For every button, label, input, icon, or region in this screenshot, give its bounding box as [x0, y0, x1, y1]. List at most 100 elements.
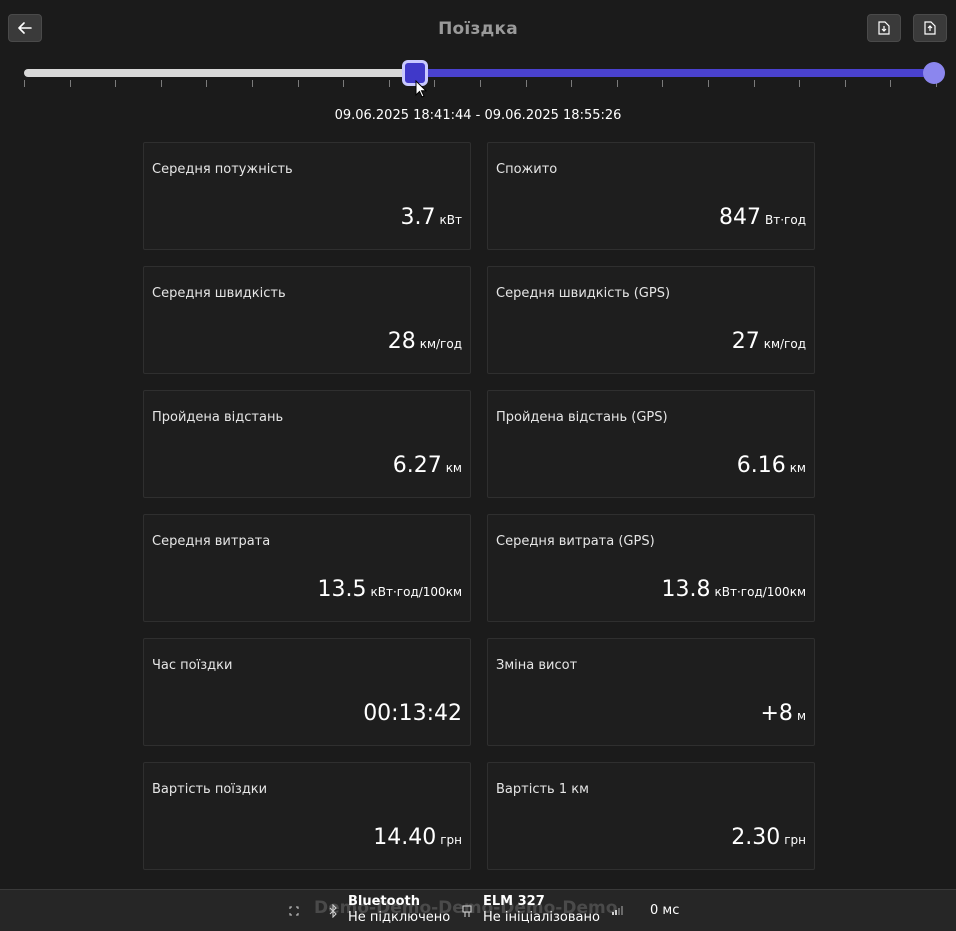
slider-tick: [799, 80, 801, 87]
slider-tick: [708, 80, 709, 87]
slider-tick: [525, 80, 527, 87]
stat-value-group: 6.27 км: [393, 453, 462, 478]
stat-value-group: 847 Вт·год: [719, 205, 806, 230]
stat-value-group: 28 км/год: [388, 329, 462, 354]
slider-tick: [844, 80, 846, 87]
stat-label: Вартість поїздки: [152, 782, 268, 797]
stat-unit: грн: [440, 833, 462, 847]
export-button[interactable]: [867, 14, 901, 42]
slider-tick: [69, 80, 71, 87]
slider-tick: [571, 80, 573, 87]
stat-value: 28: [387, 329, 416, 354]
slider-tick: [890, 80, 892, 87]
file-download-icon: [878, 21, 890, 35]
stat-label: Вартість 1 км: [496, 782, 589, 797]
stat-value-group: 27 км/год: [732, 329, 806, 354]
stat-unit: грн: [784, 833, 806, 847]
stat-value-group: 00:13:42: [363, 701, 462, 726]
slider-tick: [662, 80, 664, 87]
adapter-icon: [462, 905, 472, 917]
stat-unit: кВт·год/100км: [714, 585, 806, 599]
stat-card: Вартість 1 км 2.30 грн: [487, 762, 815, 870]
stat-label: Середня швидкість (GPS): [496, 286, 671, 301]
adapter-status: ELM 327 Не ініціалізовано: [483, 894, 600, 926]
slider-tick: [115, 80, 117, 87]
stat-card: Середня потужність 3.7 кВт: [143, 142, 471, 250]
stat-label: Пройдена відстань: [152, 410, 284, 425]
slider-track-inactive[interactable]: [24, 69, 416, 77]
bluetooth-status: Bluetooth Не підключено: [348, 894, 450, 926]
stat-card: Зміна висот +8 м: [487, 638, 815, 746]
stat-value: 6.16: [736, 453, 786, 478]
stat-label: Час поїздки: [152, 658, 233, 673]
stat-card: Пройдена відстань 6.27 км: [143, 390, 471, 498]
stat-value: 14.40: [373, 825, 437, 850]
stat-unit: км/год: [419, 337, 462, 351]
stat-unit: км/год: [763, 337, 806, 351]
bluetooth-state: Не підключено: [348, 910, 451, 925]
stat-card: Спожито 847 Вт·год: [487, 142, 815, 250]
stat-label: Спожито: [496, 162, 558, 177]
slider-ticks: [24, 80, 937, 88]
stat-value-group: 3.7 кВт: [401, 205, 462, 230]
stat-card: Час поїздки 00:13:42: [143, 638, 471, 746]
stat-value-group: 2.30 грн: [731, 825, 806, 850]
latency-value: 0 мс: [650, 903, 680, 918]
stat-card: Пройдена відстань (GPS) 6.16 км: [487, 390, 815, 498]
stat-value: 847: [719, 205, 762, 230]
bluetooth-title: Bluetooth: [348, 894, 420, 909]
slider-tick: [160, 80, 162, 87]
stat-unit: км: [445, 461, 462, 475]
stat-label: Середня витрата: [152, 534, 271, 549]
bluetooth-icon: [329, 904, 337, 918]
stat-value: 27: [731, 329, 760, 354]
slider-tick: [343, 80, 345, 87]
adapter-title: ELM 327: [483, 894, 545, 909]
stat-unit: м: [796, 709, 806, 723]
stat-card: Середня витрата (GPS) 13.8 кВт·год/100км: [487, 514, 815, 622]
stat-card: Середня швидкість (GPS) 27 км/год: [487, 266, 815, 374]
stat-label: Середня витрата (GPS): [496, 534, 655, 549]
status-bar: Demo-Demo-Demo-Demo-Demo Bluetooth Не пі…: [0, 889, 956, 931]
stat-unit: км: [789, 461, 806, 475]
signal-icon: [612, 906, 623, 915]
slider-tick: [616, 80, 618, 87]
adapter-state: Не ініціалізовано: [483, 910, 600, 925]
stat-unit: кВт·год/100км: [370, 585, 462, 599]
stat-label: Середня швидкість: [152, 286, 286, 301]
stat-unit: кВт: [439, 213, 462, 227]
slider-end-handle[interactable]: [923, 62, 945, 84]
slider-tick: [753, 80, 755, 87]
stat-value: 00:13:42: [363, 701, 462, 726]
mouse-cursor-icon: [415, 80, 427, 98]
stat-card: Середня швидкість 28 км/год: [143, 266, 471, 374]
stat-value-group: 14.40 грн: [373, 825, 462, 850]
stat-card: Середня витрата 13.5 кВт·год/100км: [143, 514, 471, 622]
stat-value-group: 13.5 кВт·год/100км: [318, 577, 462, 602]
slider-tick: [252, 80, 253, 87]
file-upload-icon: [924, 21, 936, 35]
stat-label: Середня потужність: [152, 162, 293, 177]
slider-track-selected[interactable]: [414, 69, 934, 77]
slider-tick: [388, 80, 390, 87]
slider-tick: [480, 80, 481, 87]
stat-value-group: +8 м: [761, 701, 807, 726]
slider-tick: [434, 80, 436, 87]
import-button[interactable]: [913, 14, 947, 42]
slider-tick: [206, 80, 208, 87]
stat-value: 3.7: [400, 205, 436, 230]
stat-card: Вартість поїздки 14.40 грн: [143, 762, 471, 870]
stat-unit: Вт·год: [765, 213, 806, 227]
stat-value: 6.27: [392, 453, 442, 478]
stat-value: 2.30: [731, 825, 781, 850]
stat-value: +8: [760, 701, 793, 726]
slider-tick: [297, 80, 299, 87]
time-range-label: 09.06.2025 18:41:44 - 09.06.2025 18:55:2…: [334, 108, 622, 123]
stat-value-group: 13.8 кВт·год/100км: [662, 577, 806, 602]
stat-value: 13.8: [661, 577, 711, 602]
page-title: Поїздка: [438, 19, 518, 39]
stat-label: Зміна висот: [496, 658, 578, 673]
stat-value-group: 6.16 км: [737, 453, 806, 478]
slider-tick: [24, 80, 25, 87]
fullscreen-icon[interactable]: [289, 906, 299, 916]
